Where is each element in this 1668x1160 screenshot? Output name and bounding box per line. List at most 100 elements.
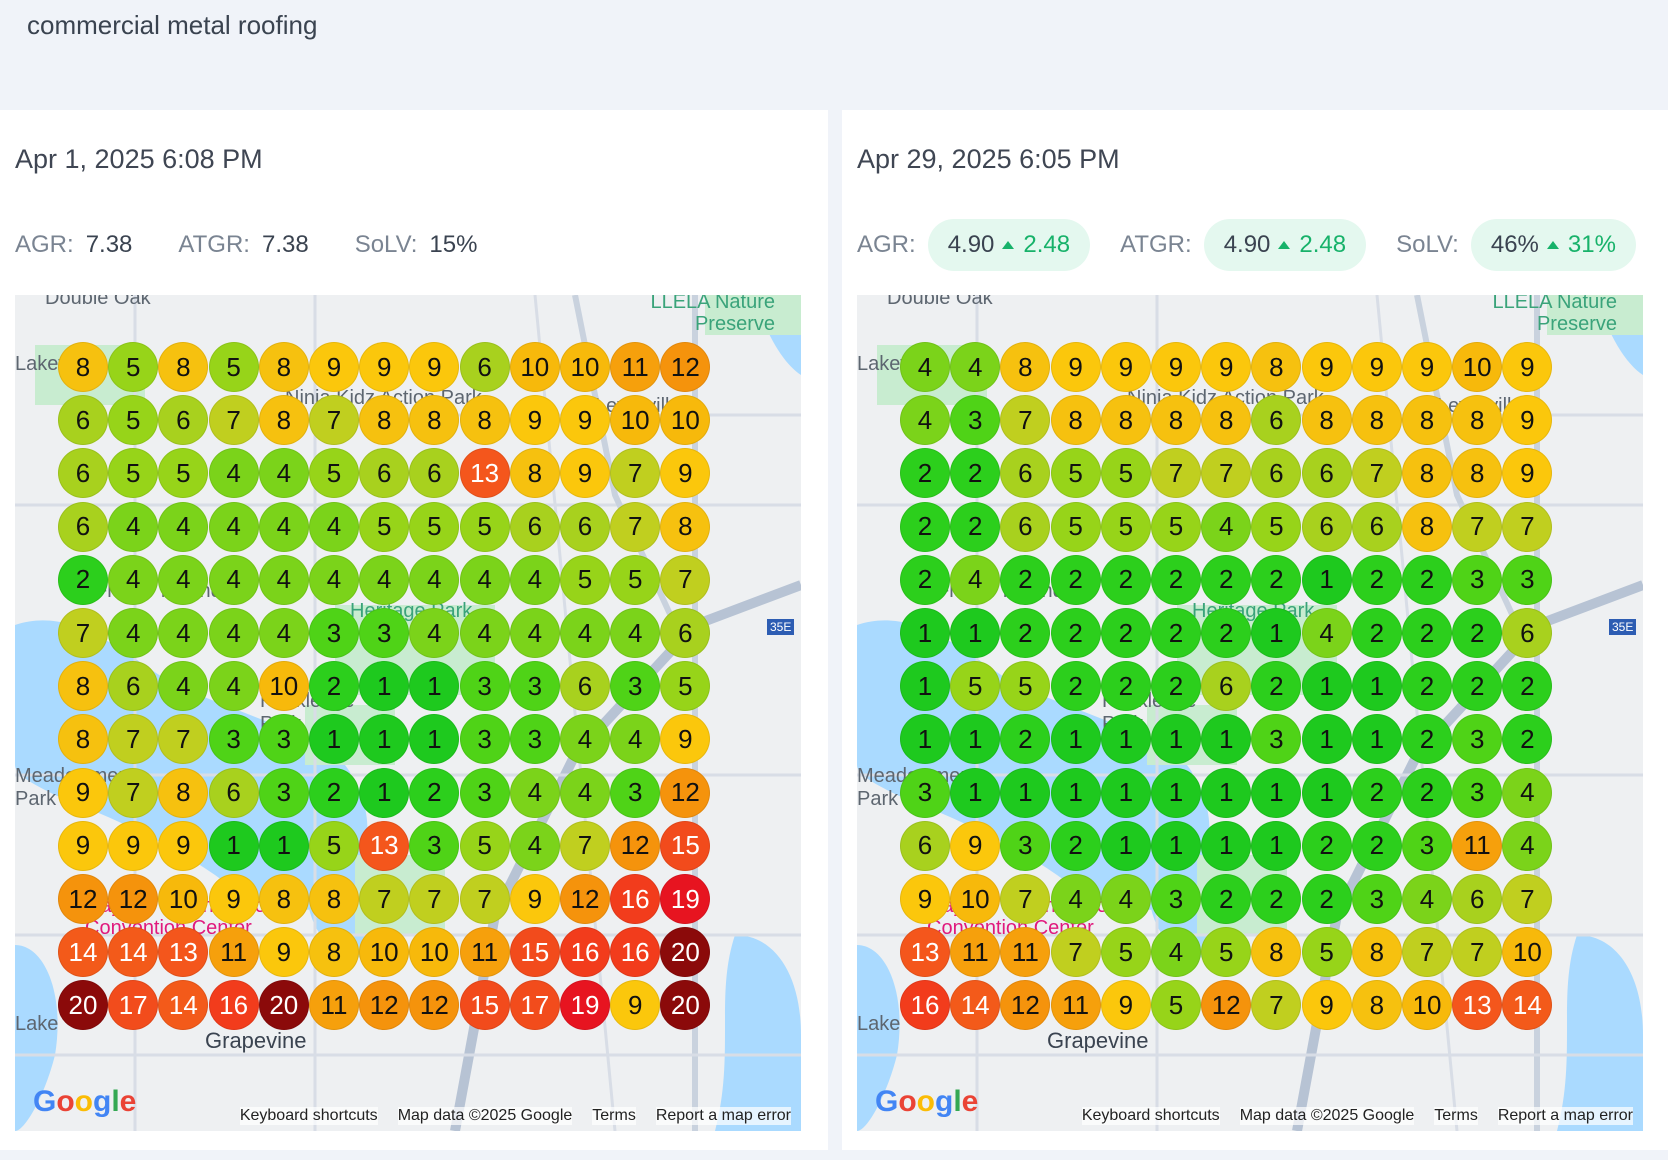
rank-pin[interactable]: 8 [309, 927, 359, 978]
rank-pin[interactable]: 12 [610, 820, 661, 871]
rank-pin[interactable]: 9 [1301, 980, 1352, 1031]
rank-pin[interactable]: 4 [1502, 767, 1553, 818]
rank-pin[interactable]: 11 [950, 927, 1001, 978]
rank-pin[interactable]: 2 [1502, 714, 1553, 765]
rank-pin[interactable]: 11 [459, 927, 510, 978]
rank-pin[interactable]: 3 [610, 767, 661, 818]
rank-pin[interactable]: 6 [1251, 395, 1302, 446]
rank-pin[interactable]: 2 [1251, 661, 1302, 712]
rank-pin[interactable]: 5 [1100, 927, 1151, 978]
rank-pin[interactable]: 1 [950, 608, 1001, 658]
rank-pin[interactable]: 1 [1351, 714, 1402, 765]
rank-pin[interactable]: 4 [158, 501, 209, 552]
rank-pin[interactable]: 12 [1000, 980, 1051, 1031]
rank-pin[interactable]: 6 [1251, 448, 1302, 499]
rank-pin[interactable]: 14 [950, 980, 1001, 1031]
rank-pin[interactable]: 1 [1100, 714, 1151, 765]
rank-pin[interactable]: 7 [1251, 980, 1302, 1031]
rank-pin[interactable]: 16 [610, 874, 661, 924]
rank-pin[interactable]: 12 [660, 767, 711, 818]
rank-pin[interactable]: 1 [1351, 661, 1402, 712]
rank-pin[interactable]: 3 [1452, 767, 1503, 818]
rank-pin[interactable]: 3 [1452, 554, 1503, 605]
rank-pin[interactable]: 7 [108, 767, 159, 818]
rank-pin[interactable]: 6 [660, 608, 711, 658]
rank-pin[interactable]: 1 [1301, 661, 1352, 712]
rank-pin[interactable]: 4 [108, 608, 159, 658]
rank-pin[interactable]: 7 [108, 714, 159, 765]
rank-pin[interactable]: 1 [950, 767, 1001, 818]
rank-pin[interactable]: 3 [1402, 820, 1452, 871]
rank-pin[interactable]: 6 [1301, 501, 1352, 552]
rank-pin[interactable]: 2 [1402, 661, 1452, 712]
rank-pin[interactable]: 4 [610, 608, 661, 658]
rank-pin[interactable]: 6 [58, 448, 108, 499]
rank-pin[interactable]: 8 [1402, 501, 1452, 552]
rank-pin[interactable]: 2 [1050, 554, 1101, 605]
rank-pin[interactable]: 7 [158, 714, 209, 765]
rank-pin[interactable]: 8 [1000, 342, 1051, 392]
rank-pin[interactable]: 2 [1402, 767, 1452, 818]
rank-pin[interactable]: 4 [950, 554, 1001, 605]
rank-pin[interactable]: 5 [459, 820, 510, 871]
rank-pin[interactable]: 7 [1502, 874, 1553, 924]
rank-pin[interactable]: 1 [1100, 820, 1151, 871]
rank-pin[interactable]: 10 [1402, 980, 1452, 1031]
rank-pin[interactable]: 2 [1100, 661, 1151, 712]
rank-pin[interactable]: 6 [108, 661, 159, 712]
rank-pin[interactable]: 5 [158, 448, 209, 499]
rank-pin[interactable]: 9 [1301, 342, 1352, 392]
rank-pin[interactable]: 9 [1402, 342, 1452, 392]
rank-pin[interactable]: 2 [1050, 608, 1101, 658]
rank-pin[interactable]: 2 [1050, 820, 1101, 871]
rank-pin[interactable]: 17 [108, 980, 159, 1031]
rank-pin[interactable]: 8 [409, 395, 460, 446]
rank-pin[interactable]: 20 [258, 980, 309, 1031]
rank-pin[interactable]: 4 [1050, 874, 1101, 924]
rank-pin[interactable]: 7 [1502, 501, 1553, 552]
rank-pin[interactable]: 1 [1151, 767, 1201, 818]
rank-pin[interactable]: 10 [158, 874, 209, 924]
rank-pin[interactable]: 5 [108, 395, 159, 446]
rank-pin[interactable]: 4 [509, 767, 560, 818]
rank-pin[interactable]: 15 [660, 820, 711, 871]
rank-pin[interactable]: 7 [560, 820, 610, 871]
rank-pin[interactable]: 5 [1251, 501, 1302, 552]
rank-pin[interactable]: 4 [258, 501, 309, 552]
rank-pin[interactable]: 13 [900, 927, 950, 978]
rank-pin[interactable]: 20 [58, 980, 108, 1031]
rank-pin[interactable]: 8 [258, 395, 309, 446]
rank-pin[interactable]: 3 [208, 714, 259, 765]
rank-pin[interactable]: 4 [258, 554, 309, 605]
rank-pin[interactable]: 4 [309, 501, 359, 552]
rank-pin[interactable]: 6 [1301, 448, 1352, 499]
rank-pin[interactable]: 14 [1502, 980, 1553, 1031]
rank-pin[interactable]: 2 [1402, 554, 1452, 605]
rank-pin[interactable]: 7 [1351, 448, 1402, 499]
rank-pin[interactable]: 9 [560, 448, 610, 499]
rank-pin[interactable]: 8 [1452, 395, 1503, 446]
rank-pin[interactable]: 1 [359, 661, 410, 712]
rank-pin[interactable]: 7 [1402, 927, 1452, 978]
rank-pin[interactable]: 2 [1452, 608, 1503, 658]
rank-pin[interactable]: 4 [158, 554, 209, 605]
rank-pin[interactable]: 3 [359, 608, 410, 658]
rank-pin[interactable]: 2 [1402, 714, 1452, 765]
rank-pin[interactable]: 8 [158, 342, 209, 392]
rank-pin[interactable]: 1 [1301, 554, 1352, 605]
rank-pin[interactable]: 2 [1251, 874, 1302, 924]
rank-pin[interactable]: 4 [610, 714, 661, 765]
rank-pin[interactable]: 2 [900, 554, 950, 605]
rank-pin[interactable]: 9 [660, 448, 711, 499]
rank-pin[interactable]: 5 [560, 554, 610, 605]
rank-pin[interactable]: 8 [459, 395, 510, 446]
rank-pin[interactable]: 7 [1000, 395, 1051, 446]
rank-pin[interactable]: 9 [1151, 342, 1201, 392]
rank-pin[interactable]: 4 [1151, 927, 1201, 978]
rank-pin[interactable]: 4 [158, 608, 209, 658]
rank-pin[interactable]: 7 [359, 874, 410, 924]
rank-pin[interactable]: 8 [1301, 395, 1352, 446]
rank-pin[interactable]: 9 [108, 820, 159, 871]
rank-pin[interactable]: 8 [359, 395, 410, 446]
rank-pin[interactable]: 10 [610, 395, 661, 446]
